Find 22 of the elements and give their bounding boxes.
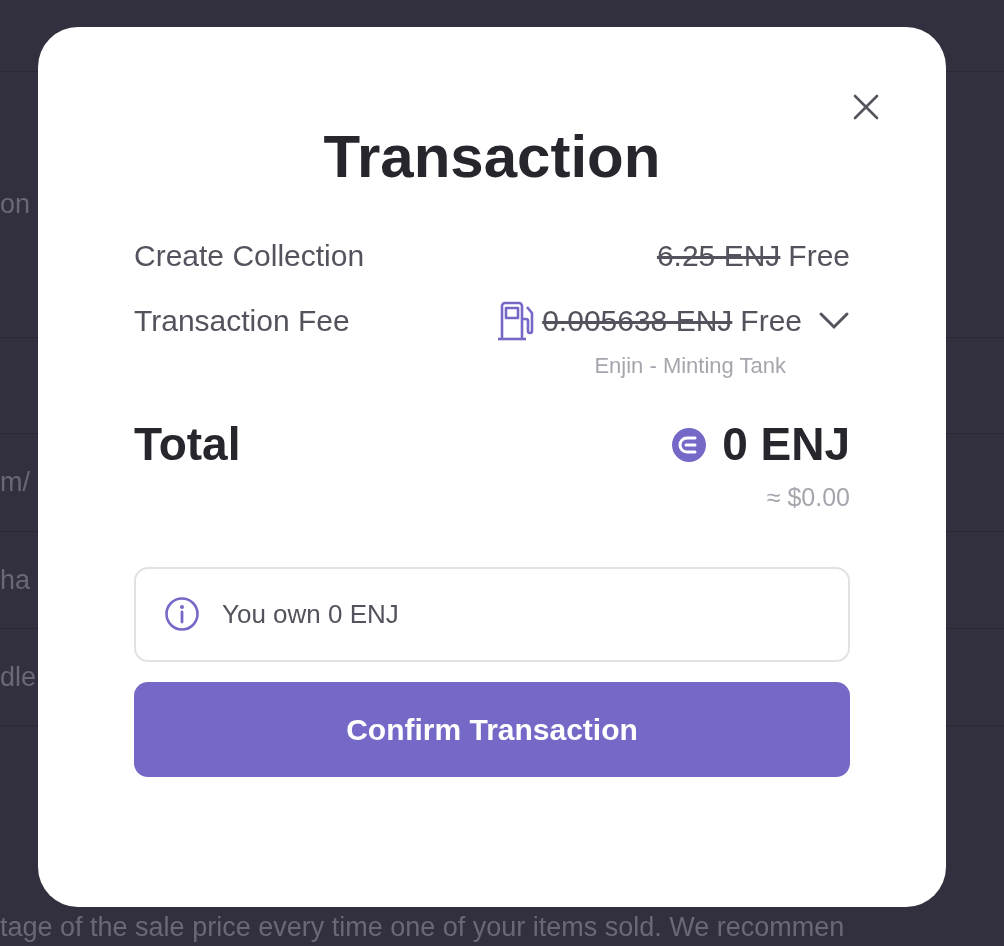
background-text: tage of the sale price every time one of your items sold. We recommen	[0, 911, 845, 944]
dialog-title: Transaction	[322, 127, 662, 187]
price: Free	[740, 303, 802, 339]
original-price: 0.005638 ENJ	[542, 303, 733, 339]
fiat-value: ≈ $0.00	[766, 483, 850, 511]
line-label: Transaction Fee	[134, 303, 350, 339]
close-button[interactable]	[852, 93, 880, 121]
background-text: ha	[0, 563, 31, 597]
background-text: on	[0, 188, 31, 222]
confirm-button[interactable]: Confirm Transaction	[134, 681, 850, 777]
notice-text: You own 0 ENJ	[222, 597, 399, 631]
background-text: m/	[0, 466, 30, 500]
background-text: dle	[0, 660, 37, 694]
line-label: Create Collection	[134, 238, 365, 274]
tank-source: Enjin - Minting Tank	[594, 352, 786, 380]
coin-icon	[672, 427, 707, 462]
original-price: 6.25 ENJ	[656, 238, 781, 274]
price: Free	[788, 238, 850, 274]
total-label: Total	[134, 417, 241, 472]
info-icon	[164, 596, 200, 632]
fuel-pump-icon	[496, 300, 535, 341]
total-amount: 0 ENJ	[722, 417, 850, 472]
